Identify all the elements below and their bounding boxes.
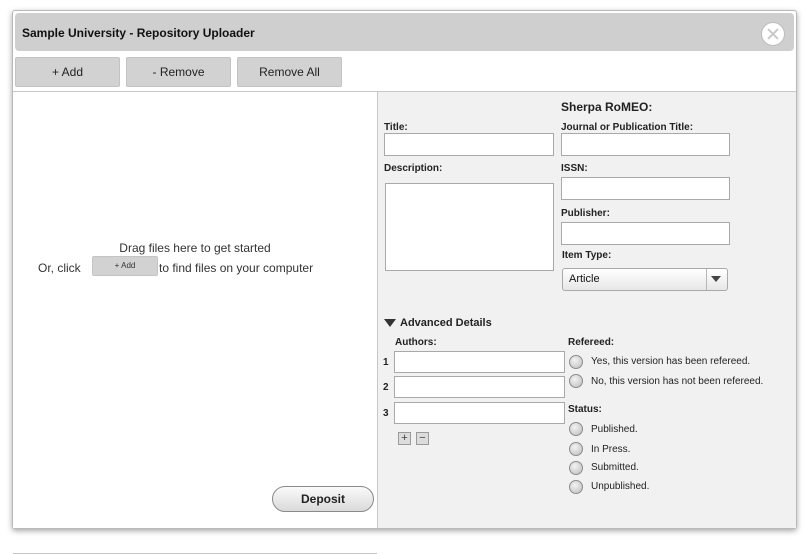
chevron-down-icon xyxy=(711,276,721,282)
remove-button[interactable]: - Remove xyxy=(126,57,231,87)
title-bar: Sample University - Repository Uploader xyxy=(15,13,794,51)
inline-add-button[interactable]: + Add xyxy=(92,256,158,276)
title-label: Title: xyxy=(384,122,408,133)
drop-find-text: to find files on your computer xyxy=(159,261,314,275)
add-button[interactable]: + Add xyxy=(15,57,120,87)
metadata-panel xyxy=(378,92,796,528)
add-author-icon[interactable]: + xyxy=(398,432,411,445)
issn-label: ISSN: xyxy=(561,163,588,174)
remove-author-icon[interactable]: − xyxy=(416,432,429,445)
item-type-value: Article xyxy=(569,273,600,285)
status-label: Status: xyxy=(568,404,602,415)
drop-instruction: Drag files here to get started xyxy=(119,241,271,255)
journal-label: Journal or Publication Title: xyxy=(561,122,694,133)
refereed-yes-radio[interactable] xyxy=(569,355,583,369)
publisher-label: Publisher: xyxy=(561,208,610,219)
advanced-details-toggle[interactable]: Advanced Details xyxy=(400,317,492,329)
uploader-window: Sample University - Repository Uploader … xyxy=(12,10,797,554)
close-icon[interactable] xyxy=(761,22,785,46)
refereed-yes-label: Yes, this version has been refereed. xyxy=(591,356,751,367)
publisher-input[interactable] xyxy=(561,222,730,245)
select-arrow-box xyxy=(706,269,727,290)
item-type-select[interactable]: Article xyxy=(562,268,728,291)
file-drop-zone[interactable]: Drag files here to get started Or, click… xyxy=(13,92,377,554)
author-number: 1 xyxy=(383,357,389,368)
status-published-radio[interactable] xyxy=(569,422,583,436)
refereed-no-radio[interactable] xyxy=(569,374,583,388)
remove-all-button[interactable]: Remove All xyxy=(237,57,342,87)
status-in-press-radio[interactable] xyxy=(569,442,583,456)
romeo-header: Sherpa RoMEO: xyxy=(561,100,653,114)
issn-input[interactable] xyxy=(561,177,730,200)
deposit-button[interactable]: Deposit xyxy=(272,486,374,512)
status-submitted-label: Submitted. xyxy=(591,462,639,473)
author-number: 2 xyxy=(383,382,389,393)
status-unpublished-radio[interactable] xyxy=(569,480,583,494)
author-input-3[interactable] xyxy=(394,402,565,424)
author-input-1[interactable] xyxy=(394,351,565,373)
status-submitted-radio[interactable] xyxy=(569,461,583,475)
drop-or-click-text: Or, click xyxy=(38,261,81,275)
item-type-label: Item Type: xyxy=(562,250,612,261)
journal-input[interactable] xyxy=(561,133,730,156)
author-number: 3 xyxy=(383,408,389,419)
refereed-no-label: No, this version has not been refereed. xyxy=(591,376,764,387)
description-textarea[interactable] xyxy=(385,183,554,271)
title-input[interactable] xyxy=(384,133,554,156)
disclosure-triangle-icon[interactable] xyxy=(384,319,396,327)
status-in-press-label: In Press. xyxy=(591,444,631,455)
author-input-2[interactable] xyxy=(394,376,565,398)
description-label: Description: xyxy=(384,163,443,174)
status-unpublished-label: Unpublished. xyxy=(591,481,650,492)
authors-label: Authors: xyxy=(395,337,437,348)
status-published-label: Published. xyxy=(591,424,638,435)
window-title: Sample University - Repository Uploader xyxy=(22,26,255,40)
refereed-label: Refereed: xyxy=(568,337,615,348)
